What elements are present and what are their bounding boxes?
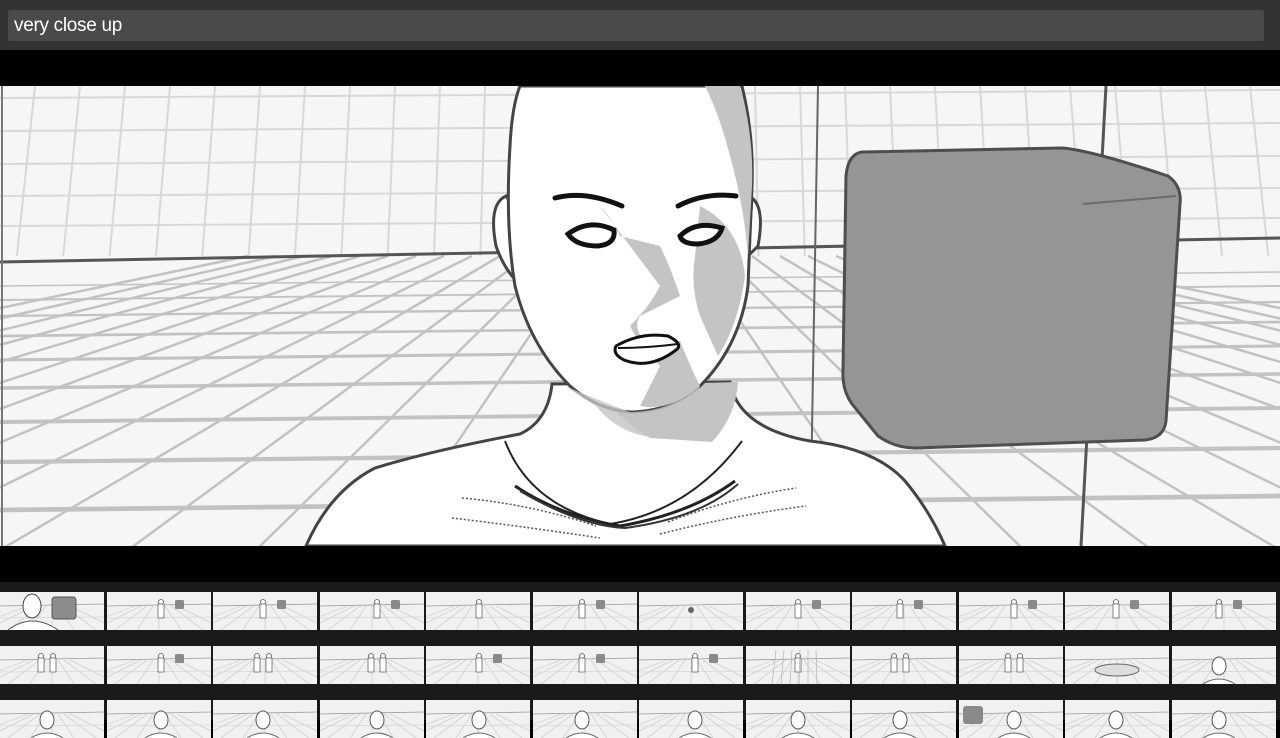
scene-canvas <box>0 86 1280 546</box>
head-sketch-icon <box>1171 646 1276 684</box>
figure-sketch-icon <box>639 592 743 630</box>
shot-thumbnail[interactable] <box>213 646 317 684</box>
figure-sketch-icon <box>745 592 850 630</box>
shot-thumbnail[interactable] <box>852 592 956 630</box>
figure-sketch-icon <box>852 646 956 684</box>
head-sketch-icon <box>958 700 1063 738</box>
shot-viewport[interactable] <box>0 86 1280 546</box>
head-sketch-icon <box>852 700 956 738</box>
shot-filmstrip <box>0 582 1280 738</box>
caption-input[interactable] <box>8 10 1264 41</box>
head-sketch-icon <box>1171 700 1276 738</box>
figure-sketch-icon <box>1171 592 1276 630</box>
figure-sketch-icon <box>639 646 743 684</box>
shot-thumbnail[interactable] <box>958 646 1063 684</box>
shot-thumbnail[interactable] <box>0 592 104 630</box>
shot-thumbnail[interactable] <box>1171 700 1276 738</box>
figure-sketch-icon <box>106 592 211 630</box>
shot-thumbnail[interactable] <box>1171 646 1276 684</box>
head-sketch-icon <box>319 700 424 738</box>
figure-sketch-icon <box>426 592 530 630</box>
shot-thumbnail[interactable] <box>426 592 530 630</box>
figure-sketch-icon <box>319 646 424 684</box>
shot-thumbnail[interactable] <box>106 592 211 630</box>
shot-thumbnail[interactable] <box>532 700 637 738</box>
head-sketch-icon <box>0 700 104 738</box>
shot-thumbnail[interactable] <box>106 646 211 684</box>
shot-thumbnail[interactable] <box>639 700 743 738</box>
shot-thumbnail[interactable] <box>852 700 956 738</box>
shot-thumbnail[interactable] <box>1065 646 1169 684</box>
cube-prop[interactable] <box>841 146 1182 450</box>
shot-thumbnail[interactable] <box>639 592 743 630</box>
shot-thumbnail[interactable] <box>426 700 530 738</box>
head-sketch-icon <box>639 700 743 738</box>
shot-thumbnail[interactable] <box>745 646 850 684</box>
head-sketch-icon <box>213 700 317 738</box>
shot-thumbnail[interactable] <box>1065 700 1169 738</box>
shot-thumbnail[interactable] <box>426 646 530 684</box>
shot-thumbnail[interactable] <box>213 592 317 630</box>
figure-sketch-icon <box>213 592 317 630</box>
shot-thumbnail[interactable] <box>958 592 1063 630</box>
shot-thumbnail[interactable] <box>745 700 850 738</box>
shot-thumbnail[interactable] <box>852 646 956 684</box>
figure-sketch-icon <box>1065 592 1169 630</box>
figure-sketch-icon <box>958 646 1063 684</box>
figure-sketch-icon <box>213 646 317 684</box>
figure-sketch-icon <box>958 592 1063 630</box>
figure-sketch-icon <box>745 646 850 684</box>
figure-sketch-icon <box>426 646 530 684</box>
shot-thumbnail[interactable] <box>319 700 424 738</box>
head-sketch-icon <box>426 700 530 738</box>
shot-thumbnail[interactable] <box>319 646 424 684</box>
figure-sketch-icon <box>532 646 637 684</box>
head-sketch-icon <box>532 700 637 738</box>
head-sketch-icon <box>1065 700 1169 738</box>
shot-thumbnail[interactable] <box>106 700 211 738</box>
figure-sketch-icon <box>852 592 956 630</box>
figure-sketch-icon <box>0 646 104 684</box>
shot-thumbnail[interactable] <box>958 700 1063 738</box>
shot-thumbnail[interactable] <box>0 700 104 738</box>
head-sketch-icon <box>106 700 211 738</box>
shot-thumbnail[interactable] <box>745 592 850 630</box>
shot-thumbnail[interactable] <box>639 646 743 684</box>
shot-thumbnail[interactable] <box>213 700 317 738</box>
figure-sketch-icon <box>532 592 637 630</box>
figure-sketch-icon <box>106 646 211 684</box>
shot-thumbnail[interactable] <box>532 592 637 630</box>
shot-thumbnail[interactable] <box>1065 592 1169 630</box>
figure-sketch-icon <box>1065 646 1169 684</box>
figure-sketch-icon <box>319 592 424 630</box>
head-sketch-icon <box>745 700 850 738</box>
shot-thumbnail[interactable] <box>0 646 104 684</box>
shot-thumbnail[interactable] <box>532 646 637 684</box>
shot-thumbnail[interactable] <box>319 592 424 630</box>
caption-toolbar <box>0 0 1280 50</box>
figure-sketch-icon <box>0 592 104 630</box>
shot-thumbnail[interactable] <box>1171 592 1276 630</box>
